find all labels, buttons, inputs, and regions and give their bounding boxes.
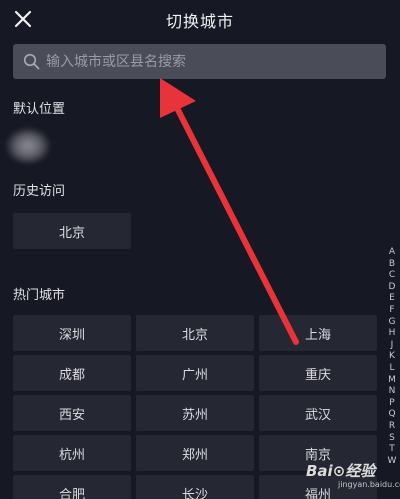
header: 切换城市 bbox=[0, 0, 400, 38]
index-letter[interactable]: J bbox=[386, 340, 398, 352]
index-letter[interactable]: T bbox=[386, 444, 398, 456]
hot-city-chip[interactable]: 成都 bbox=[13, 355, 131, 391]
section-label-default-location: 默认位置 bbox=[13, 102, 66, 117]
default-location-blurred[interactable] bbox=[6, 128, 50, 164]
index-letter[interactable]: S bbox=[386, 433, 398, 445]
index-letter[interactable]: B bbox=[386, 259, 398, 271]
hot-city-chip[interactable]: 北京 bbox=[136, 315, 254, 351]
index-letter[interactable]: L bbox=[386, 363, 398, 375]
hot-city-chip[interactable]: 长沙 bbox=[136, 475, 254, 499]
section-label-history: 历史访问 bbox=[13, 184, 66, 199]
hot-city-chip[interactable]: 合肥 bbox=[13, 475, 131, 499]
index-letter[interactable]: P bbox=[386, 398, 398, 410]
hot-city-chip[interactable]: 杭州 bbox=[13, 435, 131, 471]
alphabet-index[interactable]: ABCDEFGHJKLMNPQRSTW bbox=[386, 247, 398, 467]
index-letter[interactable]: H bbox=[386, 328, 398, 340]
hot-city-chip[interactable]: 郑州 bbox=[136, 435, 254, 471]
hot-city-chip[interactable]: 武汉 bbox=[259, 395, 377, 431]
index-letter[interactable]: W bbox=[386, 456, 398, 468]
index-letter[interactable]: M bbox=[386, 375, 398, 387]
index-letter[interactable]: K bbox=[386, 351, 398, 363]
index-letter[interactable]: Q bbox=[386, 409, 398, 421]
index-letter[interactable]: C bbox=[386, 270, 398, 282]
index-letter[interactable]: F bbox=[386, 305, 398, 317]
hot-city-chip[interactable]: 深圳 bbox=[13, 315, 131, 351]
index-letter[interactable]: A bbox=[386, 247, 398, 259]
index-letter[interactable]: G bbox=[386, 317, 398, 329]
hot-city-chip[interactable]: 重庆 bbox=[259, 355, 377, 391]
page-title: 切换城市 bbox=[165, 12, 234, 31]
search-input[interactable] bbox=[46, 44, 376, 79]
search-icon bbox=[23, 53, 40, 70]
watermark-url: jingyan.baidu.com bbox=[338, 480, 400, 489]
section-label-hot-cities: 热门城市 bbox=[13, 288, 66, 303]
index-letter[interactable]: N bbox=[386, 386, 398, 398]
hot-city-chip[interactable]: 上海 bbox=[259, 315, 377, 351]
hot-city-chip[interactable]: 苏州 bbox=[136, 395, 254, 431]
history-city-chip[interactable]: 北京 bbox=[13, 213, 131, 249]
watermark: Bai⊙经验 bbox=[306, 462, 376, 480]
hot-city-chip[interactable]: 西安 bbox=[13, 395, 131, 431]
index-letter[interactable]: R bbox=[386, 421, 398, 433]
hot-city-chip[interactable]: 广州 bbox=[136, 355, 254, 391]
search-bar[interactable] bbox=[13, 44, 386, 79]
index-letter[interactable]: D bbox=[386, 282, 398, 294]
index-letter[interactable]: E bbox=[386, 293, 398, 305]
